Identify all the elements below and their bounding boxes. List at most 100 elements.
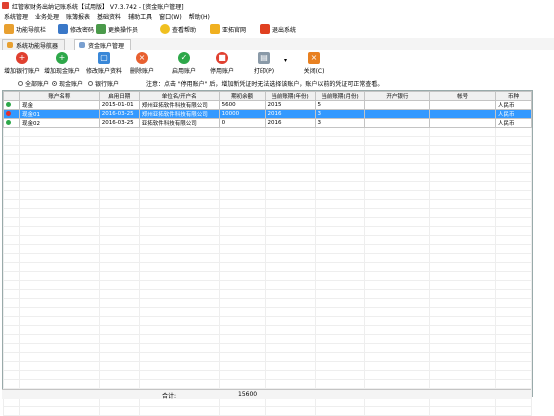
- print-button[interactable]: ▤ 打印(P): [244, 52, 284, 75]
- menu-window[interactable]: 窗口(W): [155, 11, 185, 21]
- filter-bar: 全部账户 现金账户 银行账户 注意：点击 "停用账户" 后，增加新凭证时无法选择…: [0, 77, 554, 89]
- edit-icon: ▢: [98, 52, 110, 64]
- menu-reports[interactable]: 账簿报表: [62, 11, 93, 21]
- empty-cell: [364, 289, 431, 299]
- empty-cell: [3, 280, 20, 290]
- menu-bar: 系统管理 业务处理 账簿报表 基础资料 辅助工具 窗口(W) 帮助(H): [0, 11, 554, 21]
- empty-cell: [429, 280, 497, 290]
- menu-tools[interactable]: 辅助工具: [124, 11, 155, 21]
- delete-account-button[interactable]: × 删除账户: [122, 52, 162, 75]
- column-header[interactable]: 启用日期: [98, 91, 140, 101]
- accounts-grid: 账户名称 启用日期 单位名/开户名 期初余额 当前账期(年份) 当前账期(月份)…: [3, 91, 532, 416]
- empty-cell: [495, 352, 532, 362]
- tab-navigator[interactable]: 系统功能导航器: [2, 39, 66, 50]
- empty-cell: [429, 253, 497, 263]
- empty-cell: [264, 379, 316, 389]
- cell-month: 3: [314, 118, 366, 128]
- help-button[interactable]: 查看帮助: [160, 23, 196, 35]
- empty-cell: [98, 280, 140, 290]
- empty-cell: [495, 235, 532, 245]
- website-button[interactable]: 亚拓官网: [210, 23, 246, 35]
- add-bank-account-button[interactable]: + 增加银行账户: [2, 52, 42, 75]
- empty-cell: [495, 226, 532, 236]
- empty-cell: [264, 352, 316, 362]
- column-header[interactable]: 单位名/开户名: [138, 91, 220, 101]
- cell-unit: 郑州亚拓软件科技有限公司: [138, 109, 220, 119]
- empty-cell: [138, 208, 220, 218]
- empty-cell: [314, 136, 366, 146]
- disable-account-button[interactable]: ■ 停用账户: [202, 52, 242, 75]
- cell-account: [429, 118, 497, 128]
- empty-cell: [364, 226, 431, 236]
- add-cash-account-button[interactable]: + 增加现金账户: [42, 52, 82, 75]
- switch-operator-button[interactable]: 更换操作员: [96, 23, 138, 35]
- edit-account-button[interactable]: ▢ 修改账户资料: [84, 52, 124, 75]
- empty-cell: [364, 379, 431, 389]
- empty-cell: [3, 244, 20, 254]
- exit-button[interactable]: 退出系统: [260, 23, 296, 35]
- column-header[interactable]: 币种: [495, 91, 532, 101]
- table-row[interactable]: 现金 2015-01-01 郑州亚拓软件科技有限公司 5600 2015 5 人民币: [3, 100, 532, 110]
- empty-cell: [264, 136, 316, 146]
- empty-cell: [98, 271, 140, 281]
- filter-cash-radio[interactable]: 现金账户: [52, 79, 83, 88]
- empty-cell: [3, 298, 20, 308]
- empty-cell: [98, 361, 140, 371]
- empty-row: [3, 172, 532, 182]
- empty-cell: [264, 406, 316, 416]
- cell-date: 2016-03-25: [98, 109, 140, 119]
- table-row[interactable]: 现金02 2016-03-25 亚拓软件科技有限公司 0 2016 3 人民币: [3, 118, 532, 128]
- print-dropdown-icon[interactable]: ▾: [284, 57, 287, 64]
- empty-row: [3, 343, 532, 353]
- empty-cell: [364, 199, 431, 209]
- menu-basic-data[interactable]: 基础资料: [93, 11, 124, 21]
- column-header[interactable]: 当前账期(月份): [314, 91, 366, 101]
- column-header[interactable]: 账户名称: [18, 91, 100, 101]
- filter-all-radio[interactable]: 全部账户: [18, 79, 49, 88]
- enable-account-button[interactable]: ✓ 启用账户: [164, 52, 204, 75]
- empty-cell: [3, 262, 20, 272]
- empty-cell: [3, 406, 20, 416]
- change-password-button[interactable]: 修改密码: [58, 23, 94, 35]
- column-header[interactable]: 帐号: [429, 91, 497, 101]
- empty-cell: [138, 226, 220, 236]
- total-label: 合计:: [162, 393, 177, 400]
- home-icon: [4, 24, 14, 34]
- menu-business[interactable]: 业务处理: [31, 11, 62, 21]
- empty-cell: [18, 307, 100, 317]
- empty-cell: [138, 298, 220, 308]
- empty-cell: [98, 343, 140, 353]
- filter-bank-radio[interactable]: 银行账户: [88, 79, 119, 88]
- empty-cell: [138, 217, 220, 227]
- empty-cell: [18, 316, 100, 326]
- column-header[interactable]: 当前账期(年份): [264, 91, 316, 101]
- empty-cell: [264, 289, 316, 299]
- empty-cell: [218, 298, 266, 308]
- empty-row: [3, 379, 532, 389]
- column-header[interactable]: 开户银行: [364, 91, 431, 101]
- tab-account-management[interactable]: 资金账户管理: [74, 39, 132, 50]
- empty-cell: [138, 325, 220, 335]
- empty-cell: [364, 280, 431, 290]
- menu-help[interactable]: 帮助(H): [185, 11, 213, 21]
- cell-bank: [364, 109, 431, 119]
- empty-cell: [264, 334, 316, 344]
- empty-cell: [429, 316, 497, 326]
- nav-button[interactable]: 功能导航栏: [4, 23, 46, 35]
- empty-cell: [429, 352, 497, 362]
- close-button[interactable]: × 关闭(C): [294, 52, 334, 75]
- notice-text: 注意：点击 "停用账户" 后，增加新凭证时无法选择该账户，账户以前的凭证可正常查…: [146, 81, 384, 88]
- enable-label: 启用账户: [171, 68, 196, 75]
- website-label: 亚拓官网: [222, 26, 247, 34]
- menu-system[interactable]: 系统管理: [0, 11, 31, 21]
- table-row[interactable]: 现金01 2016-03-25 郑州亚拓软件科技有限公司 10000 2016 3 人民币: [3, 109, 532, 119]
- empty-cell: [314, 217, 366, 227]
- empty-cell: [3, 190, 20, 200]
- column-header[interactable]: 期初余额: [218, 91, 266, 101]
- add-bank-label: 增加银行账户: [3, 68, 40, 75]
- empty-cell: [495, 271, 532, 281]
- empty-cell: [314, 280, 366, 290]
- empty-cell: [3, 370, 20, 380]
- empty-cell: [218, 352, 266, 362]
- empty-cell: [98, 172, 140, 182]
